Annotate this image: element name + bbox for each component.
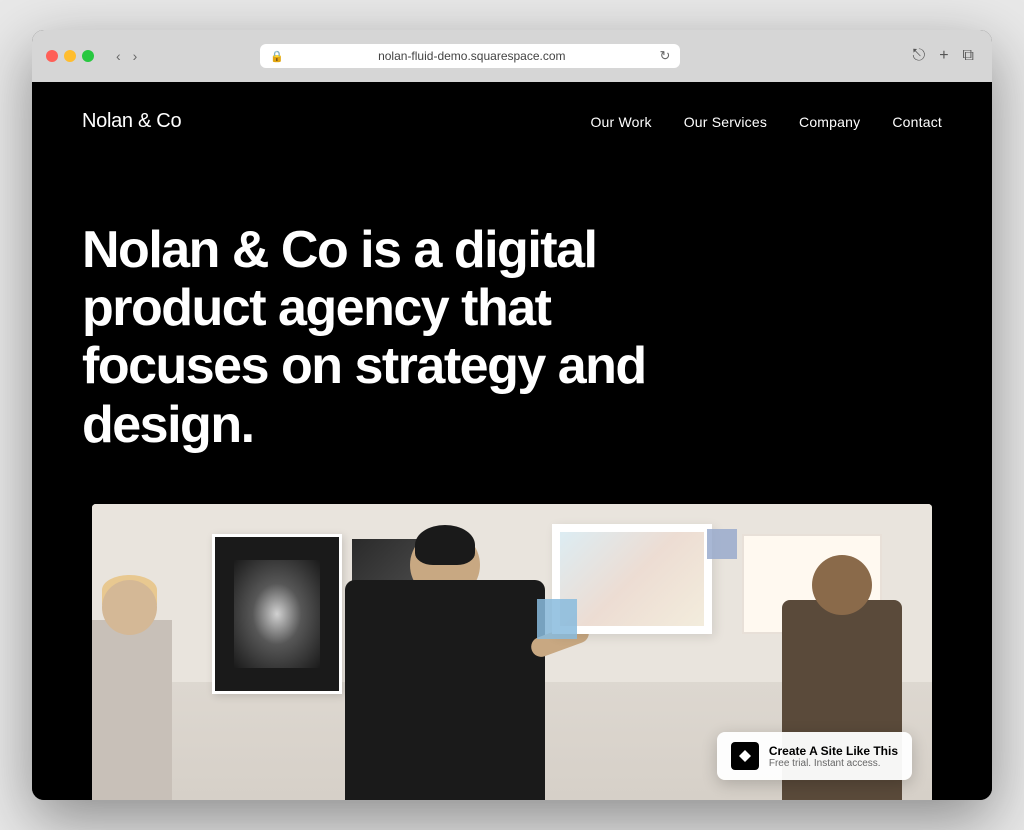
traffic-lights: [46, 50, 94, 62]
hero-section: Nolan & Co is a digital product agency t…: [32, 161, 992, 504]
back-button[interactable]: ‹: [112, 46, 125, 66]
forward-icon: ›: [133, 48, 138, 64]
squarespace-logo-icon: [731, 742, 759, 770]
squarespace-badge[interactable]: Create A Site Like This Free trial. Inst…: [717, 732, 912, 780]
reload-icon: ↻: [660, 48, 671, 63]
artwork-1-pattern: [234, 560, 321, 668]
sticky-note-2: [707, 529, 737, 559]
share-button[interactable]: ⎋: [909, 45, 930, 67]
person-body: [345, 580, 545, 800]
browser-actions: ⎋ + ⧉: [909, 45, 978, 67]
forward-button[interactable]: ›: [129, 46, 142, 66]
nav-contact[interactable]: Contact: [892, 114, 942, 130]
image-section: Create A Site Like This Free trial. Inst…: [92, 504, 932, 800]
artwork-1: [215, 537, 339, 691]
reload-button[interactable]: ↻: [660, 48, 671, 64]
sticky-note-1: [537, 599, 577, 639]
person-hair: [415, 525, 475, 565]
hero-headline: Nolan & Co is a digital product agency t…: [82, 221, 702, 454]
browser-window: ‹ › 🔒 nolan-fluid-demo.squarespace.com ↻…: [32, 30, 992, 800]
share-icon: ⎋: [913, 47, 926, 64]
badge-text-container: Create A Site Like This Free trial. Inst…: [769, 744, 898, 769]
left-person-body: [92, 620, 172, 800]
tabs-icon: ⧉: [963, 47, 974, 64]
badge-title: Create A Site Like This: [769, 744, 898, 758]
nav-our-services[interactable]: Our Services: [684, 114, 767, 130]
browser-chrome: ‹ › 🔒 nolan-fluid-demo.squarespace.com ↻…: [32, 30, 992, 82]
hero-scene: Create A Site Like This Free trial. Inst…: [92, 504, 932, 800]
artwork-3: [560, 532, 704, 626]
new-tab-icon: +: [939, 47, 948, 64]
close-button[interactable]: [46, 50, 58, 62]
nav-our-work[interactable]: Our Work: [590, 114, 651, 130]
site-header: Nolan & Co Our Work Our Services Company…: [32, 82, 992, 161]
badge-subtitle: Free trial. Instant access.: [769, 758, 898, 769]
back-icon: ‹: [116, 48, 121, 64]
maximize-button[interactable]: [82, 50, 94, 62]
main-person: [345, 580, 545, 800]
site-logo[interactable]: Nolan & Co: [82, 110, 181, 133]
minimize-button[interactable]: [64, 50, 76, 62]
nav-company[interactable]: Company: [799, 114, 860, 130]
artwork-frame-1: [212, 534, 342, 694]
address-bar[interactable]: 🔒 nolan-fluid-demo.squarespace.com ↻: [260, 44, 680, 68]
new-tab-button[interactable]: +: [935, 45, 952, 67]
website-content: Nolan & Co Our Work Our Services Company…: [32, 82, 992, 800]
left-person-head: [102, 580, 157, 635]
left-person: [92, 620, 172, 800]
site-nav: Our Work Our Services Company Contact: [590, 114, 942, 130]
right-person-head: [812, 555, 872, 615]
lock-icon: 🔒: [270, 50, 284, 63]
browser-nav-buttons: ‹ ›: [112, 46, 141, 66]
tabs-button[interactable]: ⧉: [959, 45, 978, 67]
url-text: nolan-fluid-demo.squarespace.com: [290, 49, 653, 63]
